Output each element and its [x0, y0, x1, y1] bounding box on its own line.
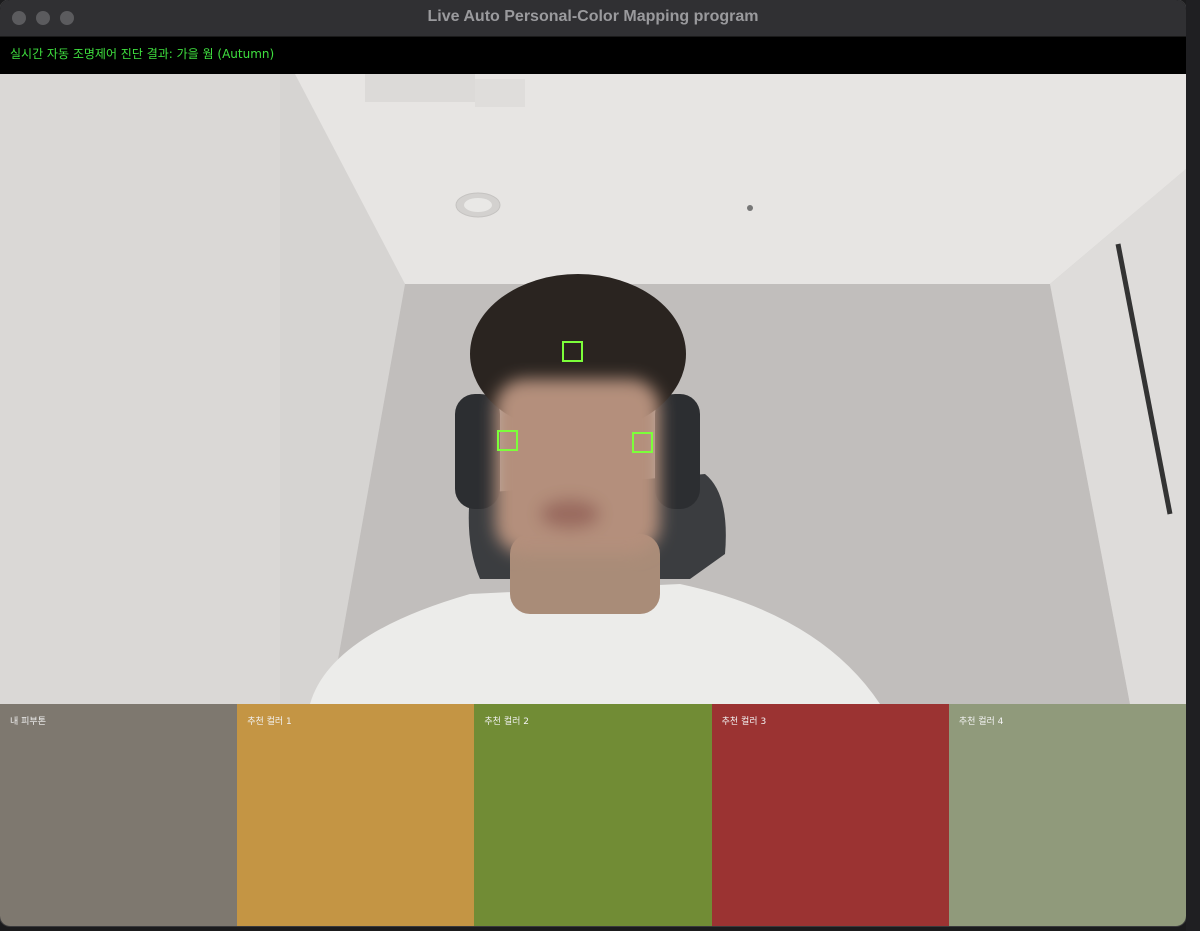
ceiling: [295, 74, 1186, 284]
swatch-skin-tone: 내 피부톤: [0, 704, 238, 926]
ceiling-vent: [365, 74, 475, 102]
desktop-background: [1186, 0, 1200, 931]
camera-scene: [0, 74, 1186, 704]
ceiling-light-inner: [464, 198, 492, 212]
swatch-label: 추천 컬러 1: [247, 717, 292, 727]
camera-feed: [0, 74, 1186, 704]
swatch-recommended-1: 추천 컬러 1: [237, 704, 475, 926]
title-bar: Live Auto Personal-Color Mapping program: [0, 0, 1186, 37]
ceiling-sensor: [747, 205, 753, 211]
swatch-label: 추천 컬러 2: [484, 717, 529, 727]
headphone-left: [455, 394, 500, 509]
app-window: Live Auto Personal-Color Mapping program…: [0, 0, 1186, 926]
swatch-recommended-3: 추천 컬러 3: [711, 704, 949, 926]
swatch-recommended-2: 추천 컬러 2: [474, 704, 712, 926]
swatch-recommended-4: 추천 컬러 4: [948, 704, 1186, 926]
status-bar: 실시간 자동 조명제어 진단 결과: 가을 웜 (Autumn): [0, 37, 1186, 74]
headphone-right: [655, 394, 700, 509]
blurred-face: [495, 379, 660, 554]
swatch-label: 추천 컬러 3: [721, 717, 767, 727]
swatch-label: 내 피부톤: [10, 717, 46, 727]
left-panel: [0, 74, 280, 704]
diagnosis-result-text: 실시간 자동 조명제어 진단 결과: 가을 웜 (Autumn): [10, 47, 275, 61]
swatch-label: 추천 컬러 4: [958, 717, 1004, 727]
color-swatch-panel: 내 피부톤 추천 컬러 1 추천 컬러 2 추천 컬러 3 추천 컬러 4: [0, 704, 1186, 926]
window-title: Live Auto Personal-Color Mapping program: [427, 8, 759, 25]
ceiling-fixture: [475, 79, 525, 107]
